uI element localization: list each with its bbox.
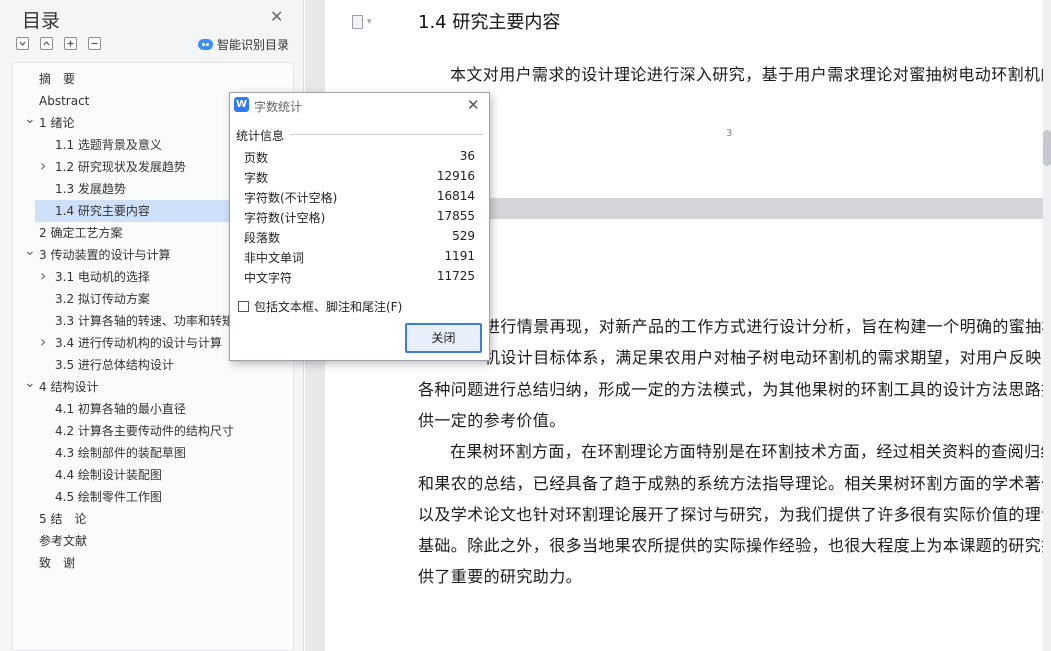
robot-icon [198,39,213,50]
stat-row: 中文字符 11725 [244,269,475,289]
toc-item-label: 3.1 电动机的选择 [55,270,150,284]
toc-item[interactable]: 1.4 研究主要内容 [35,200,235,222]
toc-item-label: Abstract [39,94,90,108]
paragraph-line: 各种问题进行总结归纳，形成一定的方法模式，为其他果树的环割工具的设计方法思路提 [418,379,1051,399]
stat-label: 字符数(不计空格) [244,191,338,205]
toc-item-label: 4 结构设计 [39,380,99,394]
toc-item[interactable]: 致 谢 [0,552,290,574]
paragraph-line: 机设计目标体系，满足果农用户对柚子树电动环割机的需求期望，对用户反映的 [484,348,1051,368]
toc-item[interactable]: 参考文献 [0,530,290,552]
paragraph-line: 供了重要的研究助力。 [418,567,583,587]
paragraph-line: 基础。除此之外，很多当地果农所提供的实际操作经验，也很大程度上为本课题的研究提 [418,536,1051,556]
dialog-title: 字数统计 [254,100,303,114]
chevron-right-icon[interactable]: › [40,331,46,353]
stats-section-label: 统计信息 [236,129,285,143]
paragraph-line: 和果农的总结，已经具备了趋于成熟的系统方法指导理论。相关果树环割方面的学术著作 [418,473,1051,493]
chevron-down-icon[interactable]: ⌄ [24,240,36,262]
toc-item[interactable]: 4.3 绘制部件的装配草图 [0,442,290,464]
stat-row: 字数 12916 [244,169,475,189]
toc-item-label: 4.4 绘制设计装配图 [55,468,162,482]
smart-toc-button[interactable]: 智能识别目录 [198,36,289,53]
stat-row: 字符数(计空格) 17855 [244,209,475,229]
include-textbox-checkbox[interactable]: 包括文本框、脚注和尾注(F) [238,298,402,315]
stat-value: 17855 [436,209,475,223]
toc-item[interactable]: ⌄ 4 结构设计 [0,375,290,398]
paragraph-line: 在果树环割方面，在环割理论方面特别是在环割技术方面，经过相关资料的查阅归纳 [450,442,1051,462]
paragraph-line: 以及学术论文也针对环割理论展开了探讨与研究，为我们提供了许多很有实际价值的理论 [418,504,1051,524]
close-icon[interactable]: ✕ [270,7,283,26]
stat-row: 段落数 529 [244,229,475,249]
toc-item[interactable]: 4.4 绘制设计装配图 [0,464,290,486]
toc-item-label: 3 传动装置的设计与计算 [39,248,171,262]
checkbox-label: 包括文本框、脚注和尾注(F) [254,300,403,314]
toc-item-label: 2 确定工艺方案 [39,226,123,240]
toc-item-label: 4.2 计算各主要传动件的结构尺寸 [55,424,234,438]
divider [290,134,483,135]
stat-row: 字符数(不计空格) 16814 [244,189,475,209]
toc-item-label: 3.2 拟订传动方案 [55,292,150,306]
chevron-down-icon[interactable]: ⌄ [24,108,36,130]
remove-heading-icon[interactable] [88,37,101,50]
stat-value: 16814 [436,189,475,203]
stat-value: 36 [459,149,475,163]
collapse-all-icon[interactable] [40,37,53,50]
stat-row: 页数 36 [244,149,475,169]
chevron-right-icon[interactable]: › [40,155,46,177]
toc-item[interactable]: 5 结 论 [0,508,290,530]
stat-label: 字数 [244,171,269,185]
toc-item-label: 3.5 进行总体结构设计 [55,358,174,372]
page-number: 3 [726,128,733,139]
toc-item-label: 5 结 论 [39,512,87,526]
toc-item-label: 1 绪论 [39,116,75,130]
wps-logo-icon: W [234,97,249,112]
toc-item-label: 1.4 研究主要内容 [55,204,150,218]
toc-item-label: 摘 要 [39,72,76,86]
toc-item-label: 4.5 绘制零件工作图 [55,490,162,504]
stat-label: 非中文单词 [244,251,305,265]
stat-value: 529 [452,229,475,243]
toc-item-label: 3.4 进行传动机构的设计与计算 [55,336,222,350]
stat-row: 非中文单词 1191 [244,249,475,269]
toc-item[interactable]: 4.2 计算各主要传动件的结构尺寸 [0,420,290,442]
toc-item[interactable]: 摘 要 [0,68,290,90]
stat-label: 页数 [244,151,269,165]
close-button[interactable]: 关闭 [405,323,482,353]
section-heading: 1.4 研究主要内容 [418,12,561,33]
document-icon [352,15,363,29]
paragraph-line: 进行情景再现，对新产品的工作方式进行设计分析，旨在构建一个明确的蜜抽树 [484,317,1051,336]
toc-toolbar [16,37,101,50]
toc-item-label: 参考文献 [39,534,88,548]
paragraph-line: 本文对用户需求的设计理论进行深入研究，基于用户需求理论对蜜抽树电动环割机的 [450,65,1051,84]
stat-label: 段落数 [244,231,281,245]
stat-label: 中文字符 [244,271,293,285]
toc-item[interactable]: 4.1 初算各轴的最小直径 [0,398,290,420]
word-count-dialog: W 字数统计 ✕ 统计信息 页数 36 字数 12916 字符数(不计空格) 16814 字… [229,92,490,361]
stat-value: 1191 [444,249,475,263]
toc-item[interactable]: 4.5 绘制零件工作图 [0,486,290,508]
toc-item-label: 4.3 绘制部件的装配草图 [55,446,186,460]
close-icon[interactable]: ✕ [467,96,480,114]
toc-item-label: 1.3 发展趋势 [55,182,126,196]
stat-value: 11725 [436,269,475,283]
stat-value: 12916 [436,169,475,183]
add-heading-icon[interactable] [64,37,77,50]
dialog-titlebar[interactable]: W 字数统计 ✕ [230,93,489,118]
scrollbar-thumb[interactable] [1043,130,1051,166]
expand-all-icon[interactable] [16,37,29,50]
toc-item-label: 1.1 选题背景及意义 [55,138,162,152]
toc-item-label: 3.3 计算各轴的转速、功率和转矩 [55,314,234,328]
chevron-right-icon[interactable]: › [40,265,46,287]
checkbox-box[interactable] [238,301,249,312]
toc-title: 目录 [22,10,61,32]
toc-item-label: 1.2 研究现状及发展趋势 [55,160,186,174]
page-menu[interactable]: ▾ [352,15,372,29]
paragraph-line: 供一定的参考价值。 [418,410,566,430]
vertical-scrollbar[interactable] [1043,0,1051,651]
chevron-down-icon[interactable]: ⌄ [24,372,36,394]
stat-label: 字符数(计空格) [244,211,326,225]
toc-item-label: 4.1 初算各轴的最小直径 [55,402,186,416]
toc-item-label: 致 谢 [39,556,76,570]
smart-toc-label: 智能识别目录 [217,38,290,52]
dropdown-arrow-icon: ▾ [367,17,372,27]
